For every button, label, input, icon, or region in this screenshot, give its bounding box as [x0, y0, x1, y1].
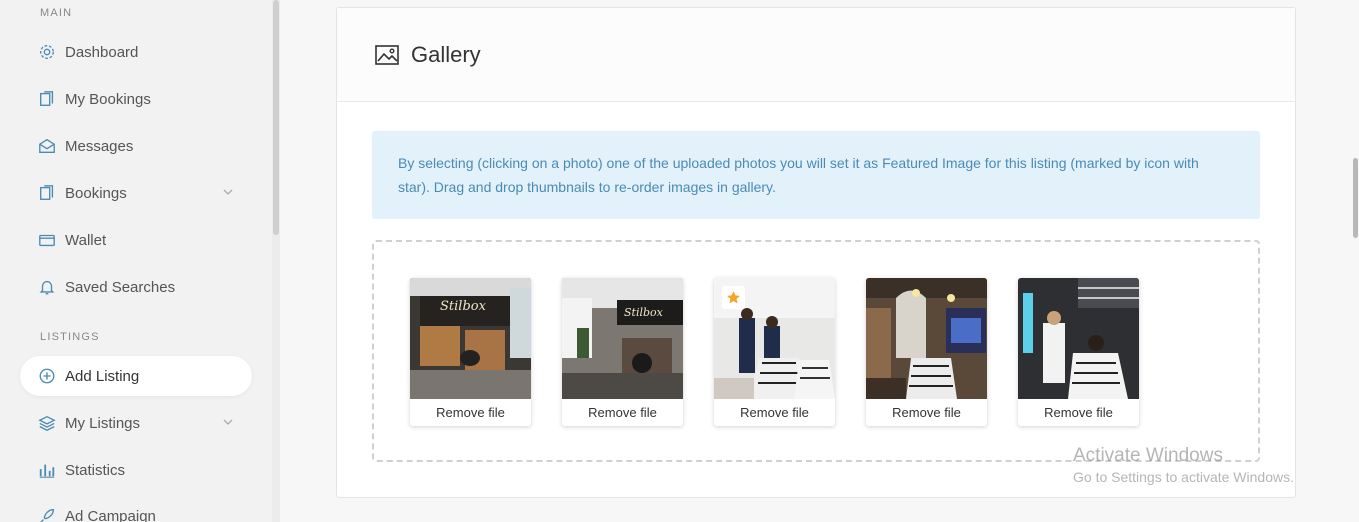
upload-dropzone[interactable]: Stilbox Remove file Stilbox Remove file … — [372, 240, 1260, 462]
sidebar-item-ad-campaign[interactable]: Ad Campaign — [20, 496, 252, 522]
sidebar-scrollbar[interactable] — [272, 0, 280, 522]
envelope-icon — [39, 138, 55, 153]
gallery-thumbnail-featured[interactable]: Remove file — [714, 278, 835, 426]
svg-text:Stilbox: Stilbox — [440, 299, 487, 314]
sidebar-item-wallet[interactable]: Wallet — [20, 220, 252, 260]
sidebar-item-label: Add Listing — [65, 367, 140, 385]
sidebar-item-label: Ad Campaign — [65, 507, 156, 522]
gallery-thumbnail[interactable]: Remove file — [866, 278, 987, 426]
gallery-photo[interactable]: Stilbox — [410, 278, 531, 399]
sidebar-item-dashboard[interactable]: Dashboard — [20, 32, 252, 72]
gallery-photo[interactable] — [1018, 278, 1139, 399]
documents-icon — [40, 91, 54, 106]
salon-photo: Stilbox — [562, 278, 683, 399]
sidebar-item-bookings[interactable]: Bookings — [20, 173, 252, 213]
sidebar-item-my-listings[interactable]: My Listings — [20, 403, 252, 443]
page-scrollbar-thumb[interactable] — [1353, 158, 1358, 238]
page-scrollbar[interactable] — [1353, 0, 1359, 522]
watermark-title: Activate Windows — [1073, 445, 1223, 466]
gallery-photo[interactable] — [866, 278, 987, 399]
rocket-icon — [40, 509, 54, 522]
salon-photo — [1018, 278, 1139, 399]
sidebar-item-messages[interactable]: Messages — [20, 126, 252, 166]
chevron-down-icon[interactable] — [222, 416, 234, 428]
gallery-header: Gallery — [337, 8, 1295, 102]
gallery-thumbnail[interactable]: Remove file — [1018, 278, 1139, 426]
salon-photo — [866, 278, 987, 399]
sidebar-item-label: Messages — [65, 137, 134, 155]
sidebar-item-label: Bookings — [65, 184, 127, 202]
image-icon — [375, 44, 399, 65]
bell-icon — [39, 280, 55, 295]
gallery-thumbnail[interactable]: Stilbox Remove file — [410, 278, 531, 426]
sidebar: MAIN Dashboard My Bookings Messages Book… — [0, 0, 272, 522]
sidebar-item-label: Dashboard — [65, 43, 139, 61]
sidebar-item-my-bookings[interactable]: My Bookings — [20, 79, 252, 119]
remove-file-link[interactable]: Remove file — [714, 399, 835, 426]
sidebar-item-statistics[interactable]: Statistics — [20, 450, 252, 490]
remove-file-link[interactable]: Remove file — [1018, 399, 1139, 426]
windows-activation-watermark: Activate Windows Go to Settings to activ… — [1073, 445, 1294, 485]
gallery-thumbnail[interactable]: Stilbox Remove file — [562, 278, 683, 426]
documents-icon — [40, 185, 54, 200]
sidebar-item-add-listing[interactable]: Add Listing — [20, 356, 252, 396]
sidebar-item-label: My Listings — [65, 414, 141, 432]
watermark-subtitle: Go to Settings to activate Windows. — [1073, 469, 1294, 485]
page-title: Gallery — [411, 41, 481, 67]
plus-circle-icon — [39, 368, 55, 384]
gallery-card: Gallery By selecting (clicking on a phot… — [336, 7, 1296, 498]
remove-file-link[interactable]: Remove file — [866, 399, 987, 426]
sidebar-item-label: Saved Searches — [65, 278, 176, 296]
sidebar-item-label: Wallet — [65, 231, 107, 249]
sidebar-item-saved-searches[interactable]: Saved Searches — [20, 267, 252, 307]
chevron-down-icon[interactable] — [222, 186, 234, 198]
featured-star-badge — [722, 286, 745, 309]
salon-photo: Stilbox — [410, 278, 531, 399]
remove-file-link[interactable]: Remove file — [410, 399, 531, 426]
sidebar-item-label: Statistics — [65, 461, 126, 479]
sidebar-item-label: My Bookings — [65, 90, 151, 108]
wallet-icon — [39, 234, 55, 247]
svg-text:Stilbox: Stilbox — [624, 306, 664, 319]
sidebar-scrollbar-thumb[interactable] — [273, 0, 279, 235]
gallery-photo[interactable] — [714, 278, 835, 399]
gallery-photo[interactable]: Stilbox — [562, 278, 683, 399]
remove-file-link[interactable]: Remove file — [562, 399, 683, 426]
section-label-listings: LISTINGS — [40, 331, 100, 343]
section-label-main: MAIN — [40, 7, 73, 19]
star-icon — [727, 291, 740, 304]
gear-icon — [40, 45, 54, 59]
info-notice: By selecting (clicking on a photo) one o… — [372, 131, 1260, 219]
layers-icon — [38, 415, 56, 431]
bar-chart-icon — [39, 464, 55, 478]
